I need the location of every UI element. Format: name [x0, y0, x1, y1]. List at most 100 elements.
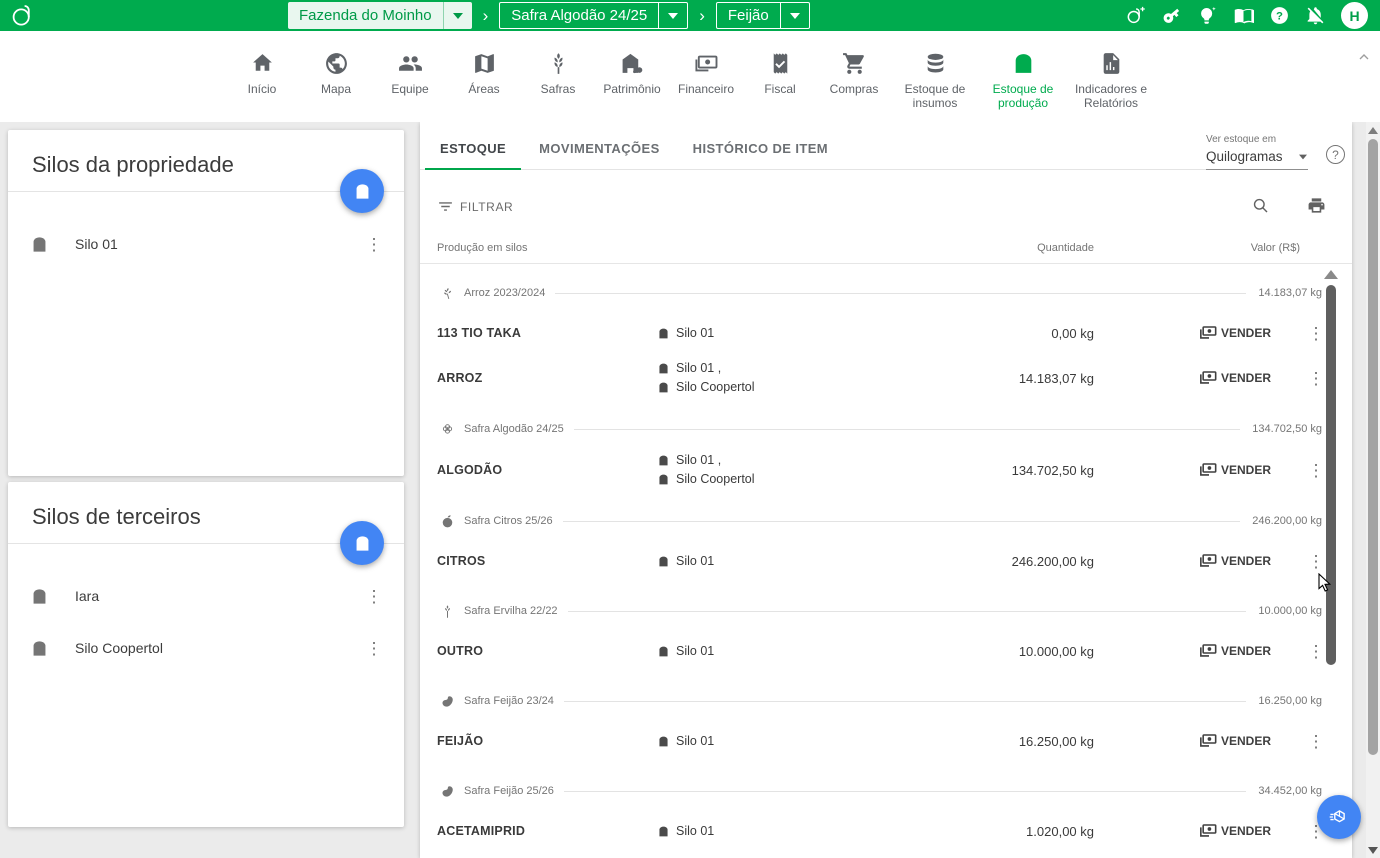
nav-item-inicio[interactable]: Início	[225, 51, 299, 111]
search-icon[interactable]	[1251, 196, 1270, 215]
group-name: Safra Algodão 24/25	[464, 423, 564, 435]
scroll-up-arrow[interactable]	[1368, 127, 1378, 134]
page-scrollbar[interactable]	[1366, 122, 1380, 858]
scroll-down-arrow[interactable]	[1368, 847, 1378, 854]
silo-ref: Silo 01 ,	[676, 359, 721, 378]
group-header: Safra Feijão 25/2634.452,00 kg	[420, 773, 1352, 809]
silos-propriedade-card: Silos da propriedade Silo 01 ⋮	[8, 130, 404, 476]
column-quantidade: Quantidade	[929, 242, 1094, 254]
add-silo-button[interactable]	[340, 169, 384, 213]
nav-item-financeiro[interactable]: Financeiro	[669, 51, 743, 111]
breadcrumb: Fazenda do Moinho › Safra Algodão 24/25 …	[288, 0, 810, 31]
nav-item-label: Indicadores e Relatórios	[1067, 83, 1155, 111]
chevron-down-icon[interactable]	[781, 3, 809, 28]
filter-button[interactable]: FILTRAR	[437, 198, 513, 215]
nav-item-equipe[interactable]: Equipe	[373, 51, 447, 111]
product-name: ARROZ	[437, 371, 657, 385]
farm-select[interactable]: Fazenda do Moinho	[288, 2, 472, 29]
silo-list-item[interactable]: Silo 01 ⋮	[8, 218, 404, 270]
sell-button[interactable]: VENDER	[1184, 731, 1292, 751]
silo-ref: Silo Coopertol	[676, 378, 755, 397]
cart-icon	[842, 51, 867, 76]
sell-button-label: VENDER	[1221, 554, 1271, 568]
bean-icon	[440, 784, 455, 799]
sell-button[interactable]: VENDER	[1184, 551, 1292, 571]
top-bar: Fazenda do Moinho › Safra Algodão 24/25 …	[0, 0, 1380, 31]
knowledge-book-icon[interactable]	[1233, 5, 1254, 26]
more-options-icon[interactable]: ⋮	[1306, 325, 1326, 342]
product-name: OUTRO	[437, 644, 657, 658]
more-options-icon[interactable]: ⋮	[364, 588, 384, 605]
tab-estoque[interactable]: ESTOQUE	[440, 141, 506, 169]
citrus-icon	[440, 514, 455, 529]
crop-select[interactable]: Feijão	[716, 2, 810, 29]
group-header: Safra Citros 25/26246.200,00 kg	[420, 503, 1352, 539]
nav-item-patrimonio[interactable]: Patrimônio	[595, 51, 669, 111]
page-scroll-thumb[interactable]	[1368, 139, 1378, 755]
sell-button-label: VENDER	[1221, 824, 1271, 838]
more-options-icon[interactable]: ⋮	[1306, 553, 1326, 570]
chevron-down-icon[interactable]	[444, 2, 472, 29]
table-scrollbar[interactable]	[1326, 285, 1336, 665]
season-select[interactable]: Safra Algodão 24/25	[499, 2, 688, 29]
table-scroll-up-arrow[interactable]	[1324, 270, 1338, 279]
divider	[563, 521, 1241, 522]
card-title: Silos da propriedade	[32, 152, 380, 178]
silo-list-item[interactable]: Iara⋮	[8, 570, 404, 622]
sell-icon	[1198, 731, 1218, 751]
add-account-icon[interactable]	[1125, 5, 1146, 26]
group-total: 10.000,00 kg	[1258, 605, 1322, 617]
panel-help-icon[interactable]: ?	[1326, 145, 1345, 164]
user-avatar[interactable]: H	[1341, 2, 1368, 29]
nav-item-safras[interactable]: Safras	[521, 51, 595, 111]
tab-movimenta-es[interactable]: MOVIMENTAÇÕES	[539, 141, 660, 169]
more-options-icon[interactable]: ⋮	[1306, 370, 1326, 387]
nav-item-fiscal[interactable]: Fiscal	[743, 51, 817, 111]
unit-select[interactable]: Ver estoque em Quilogramas	[1206, 134, 1308, 170]
farm-select-label: Fazenda do Moinho	[288, 2, 443, 29]
nav-item-areas[interactable]: Áreas	[447, 51, 521, 111]
divider	[574, 429, 1241, 430]
key-icon[interactable]	[1161, 5, 1182, 26]
sell-button[interactable]: VENDER	[1184, 821, 1292, 841]
sell-button[interactable]: VENDER	[1184, 641, 1292, 661]
sell-button-label: VENDER	[1221, 371, 1271, 385]
season-select-label: Safra Algodão 24/25	[500, 3, 658, 28]
more-options-icon[interactable]: ⋮	[1306, 643, 1326, 660]
more-options-icon[interactable]: ⋮	[364, 640, 384, 657]
silo-name: Silo 01	[75, 236, 118, 252]
group-total: 34.452,00 kg	[1258, 785, 1322, 797]
stock-actions-fab[interactable]	[1317, 795, 1361, 839]
tab-hist-rico-de-item[interactable]: HISTÓRICO DE ITEM	[693, 141, 828, 169]
silo-ref: Silo 01	[676, 822, 714, 841]
add-third-party-silo-button[interactable]	[340, 521, 384, 565]
product-quantity: 16.250,00 kg	[929, 734, 1094, 749]
silos-terceiros-card: Silos de terceiros Iara⋮Silo Coopertol⋮	[8, 482, 404, 827]
silo-list-item[interactable]: Silo Coopertol⋮	[8, 622, 404, 674]
breadcrumb-separator: ›	[483, 2, 489, 29]
silo-ref: Silo 01 ,	[676, 451, 721, 470]
sell-button[interactable]: VENDER	[1184, 460, 1292, 480]
notifications-off-icon[interactable]	[1305, 5, 1326, 26]
nav-item-estoque-producao[interactable]: Estoque de produção	[979, 51, 1067, 111]
more-options-icon[interactable]: ⋮	[1306, 733, 1326, 750]
nav-item-compras[interactable]: Compras	[817, 51, 891, 111]
nav-item-indicadores-relatorios[interactable]: Indicadores e Relatórios	[1067, 51, 1155, 111]
help-icon[interactable]: ?	[1269, 5, 1290, 26]
table-row: ALGODÃOSilo 01 ,Silo Coopertol134.702,50…	[420, 447, 1352, 493]
sell-button[interactable]: VENDER	[1184, 323, 1292, 343]
chevron-down-icon[interactable]	[659, 3, 687, 28]
nav-item-estoque-insumos[interactable]: Estoque de insumos	[891, 51, 979, 111]
more-options-icon[interactable]: ⋮	[1306, 462, 1326, 479]
idea-bulb-icon[interactable]	[1197, 5, 1218, 26]
product-name: CITROS	[437, 554, 657, 568]
more-options-icon[interactable]: ⋮	[364, 236, 384, 253]
card-header: Silos de terceiros	[8, 482, 404, 544]
silo-ref: Silo 01	[676, 552, 714, 571]
sell-button[interactable]: VENDER	[1184, 368, 1292, 388]
collapse-nav-icon[interactable]	[1356, 49, 1372, 65]
nav-item-label: Estoque de insumos	[891, 83, 979, 111]
nav-item-mapa[interactable]: Mapa	[299, 51, 373, 111]
filter-icon	[437, 198, 454, 215]
print-icon[interactable]	[1307, 196, 1326, 215]
